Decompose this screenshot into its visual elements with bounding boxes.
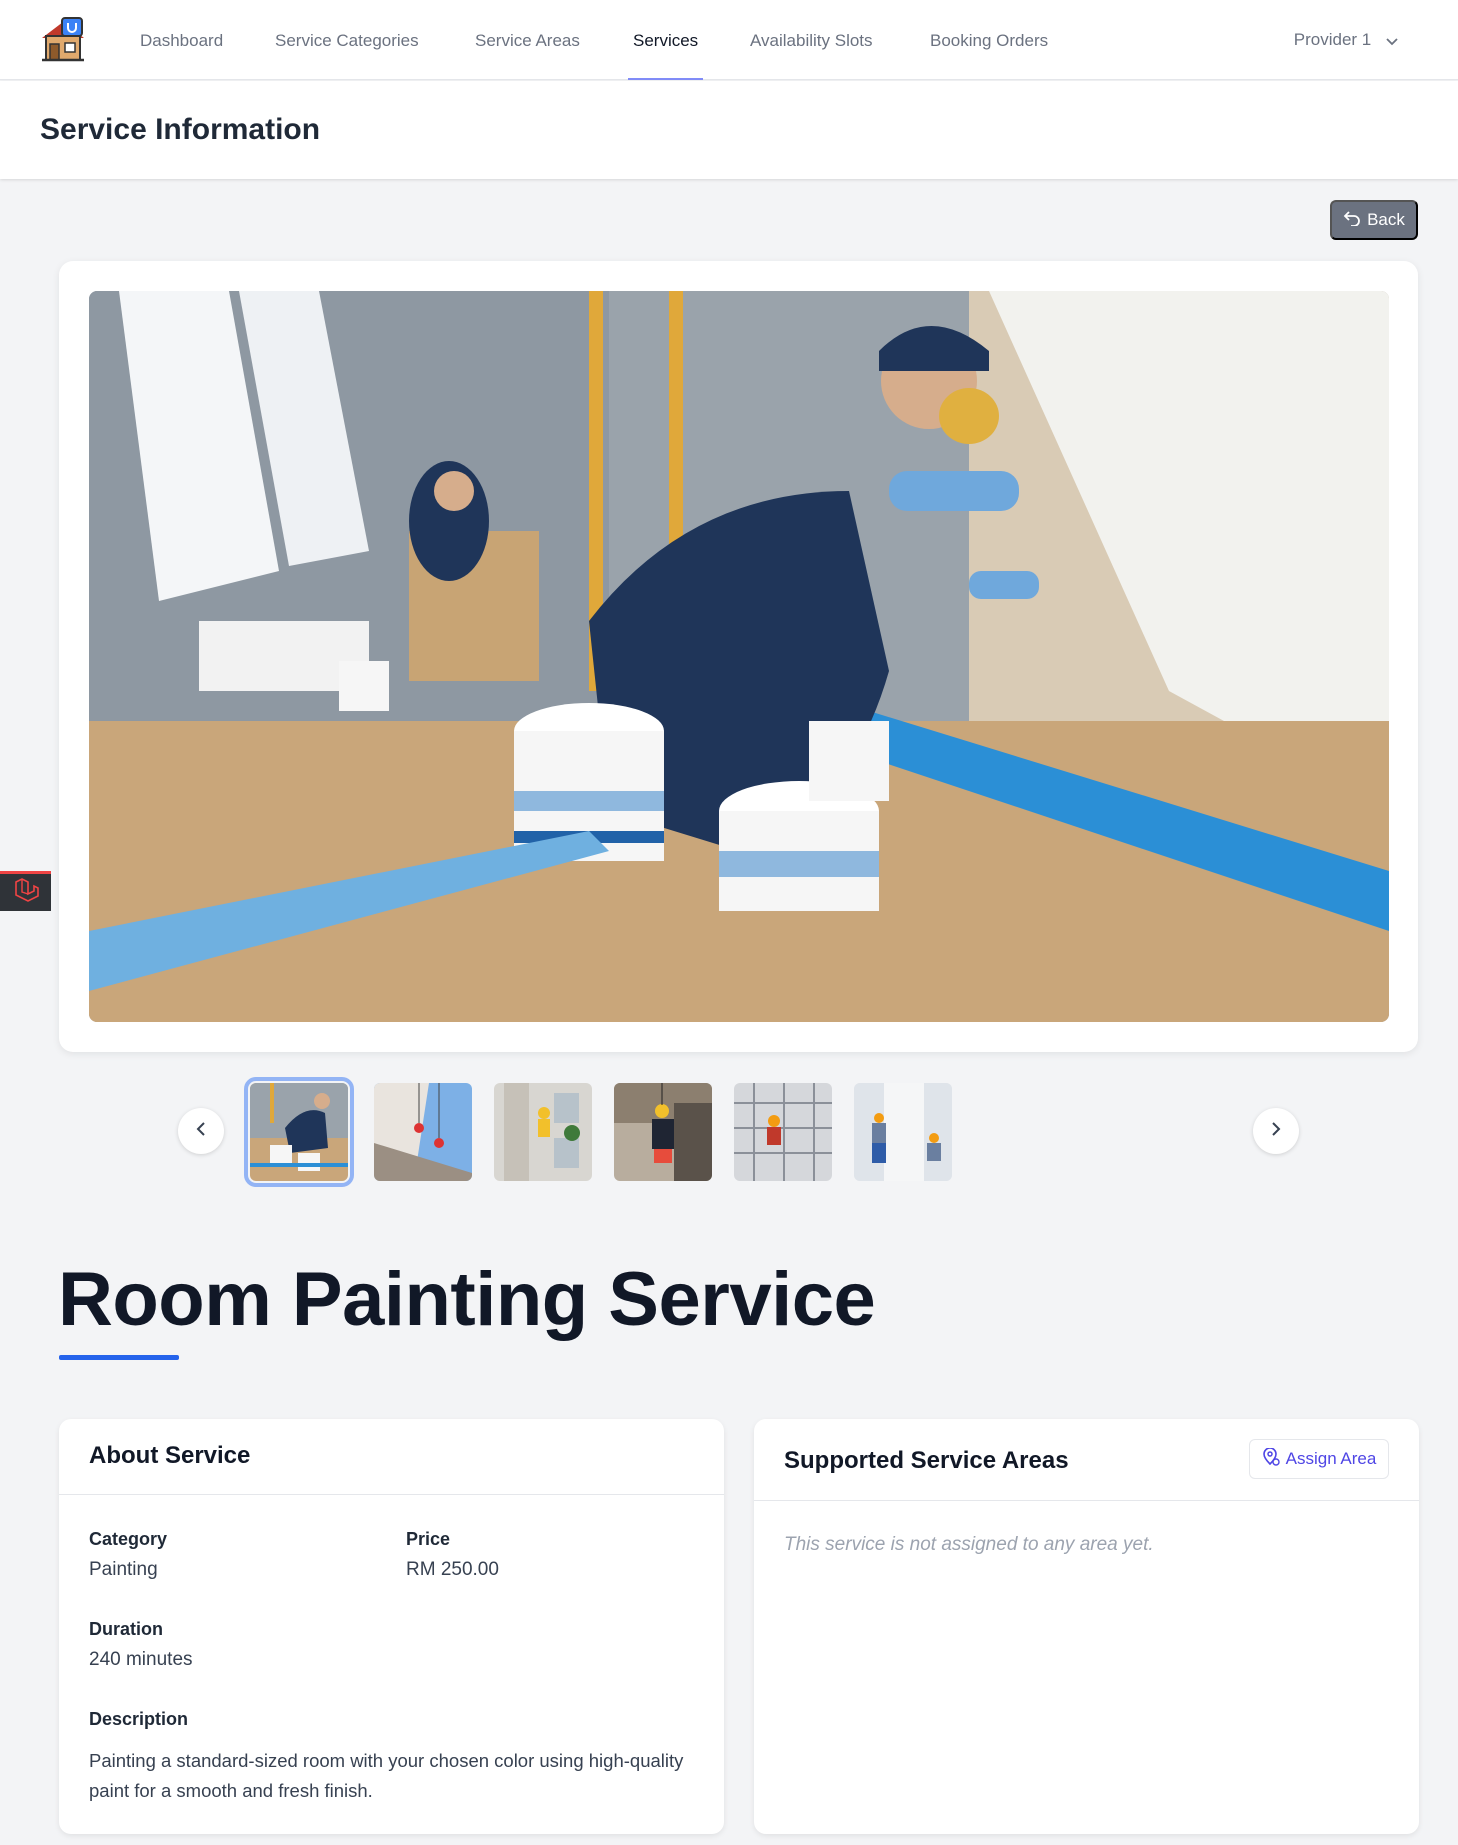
title-underline <box>59 1355 179 1360</box>
empty-areas-message: This service is not assigned to any area… <box>784 1534 1154 1555</box>
user-name: Provider 1 <box>1293 30 1372 49</box>
chevron-left-icon <box>196 1121 206 1142</box>
scaffold-painter-thumb[interactable] <box>734 1083 832 1181</box>
rope-access-thumb[interactable] <box>614 1083 712 1181</box>
nav-services[interactable]: Services <box>627 0 704 80</box>
app-logo[interactable] <box>38 16 88 64</box>
category-value: Painting <box>89 1559 158 1580</box>
about-card-title: About Service <box>89 1442 251 1469</box>
nav-dashboard[interactable]: Dashboard <box>140 0 223 80</box>
duration-label: Duration <box>89 1619 163 1639</box>
category-label: Category <box>89 1529 168 1549</box>
carousel-next-button[interactable] <box>1253 1108 1299 1154</box>
room-painting-thumb[interactable] <box>244 1077 354 1187</box>
price-value: RM 250.00 <box>406 1559 499 1580</box>
duration-value: 240 minutes <box>89 1649 193 1670</box>
service-areas-card: Supported Service Areas Assign Area This… <box>754 1419 1419 1834</box>
chevron-right-icon <box>1271 1121 1281 1142</box>
facade-climbers-thumb[interactable] <box>374 1083 472 1181</box>
areas-card-title: Supported Service Areas <box>784 1447 1069 1474</box>
wall-painters-thumb[interactable] <box>854 1083 952 1181</box>
nav-service-areas[interactable]: Service Areas <box>475 0 580 80</box>
laravel-icon <box>13 878 39 907</box>
nav-service-categories[interactable]: Service Categories <box>275 0 419 80</box>
chevron-down-icon <box>1386 1 1398 81</box>
nav-booking-orders[interactable]: Booking Orders <box>930 0 1048 80</box>
undo-icon <box>1343 210 1361 231</box>
service-name: Room Painting Service <box>58 1257 876 1342</box>
price-label: Price <box>406 1529 451 1549</box>
description-label: Description <box>89 1709 189 1729</box>
assign-area-label: Assign Area <box>1285 1449 1377 1468</box>
carousel-prev-button[interactable] <box>178 1108 224 1154</box>
nav-availability-slots[interactable]: Availability Slots <box>750 0 873 80</box>
room-painting-photo <box>89 291 1389 1022</box>
areas-card-header: Supported Service Areas Assign Area <box>754 1419 1419 1501</box>
about-card-header: About Service <box>59 1419 724 1495</box>
back-button[interactable]: Back <box>1330 200 1418 240</box>
user-menu[interactable]: Provider 1 <box>1294 0 1398 80</box>
building-painter-thumb[interactable] <box>494 1083 592 1181</box>
map-pin-icon <box>1262 1446 1280 1471</box>
top-navigation: Dashboard Service Categories Service Are… <box>0 0 1458 80</box>
description-value: Painting a standard-sized room with your… <box>89 1750 684 1801</box>
main-image-card <box>59 261 1418 1052</box>
assign-area-button[interactable]: Assign Area <box>1249 1439 1389 1479</box>
about-service-card: About Service Category Painting Price RM… <box>59 1419 724 1834</box>
page-header: Service Information <box>0 81 1458 179</box>
back-label: Back <box>1367 210 1405 229</box>
page-title: Service Information <box>40 113 321 146</box>
debugbar-toggle[interactable] <box>0 871 51 911</box>
